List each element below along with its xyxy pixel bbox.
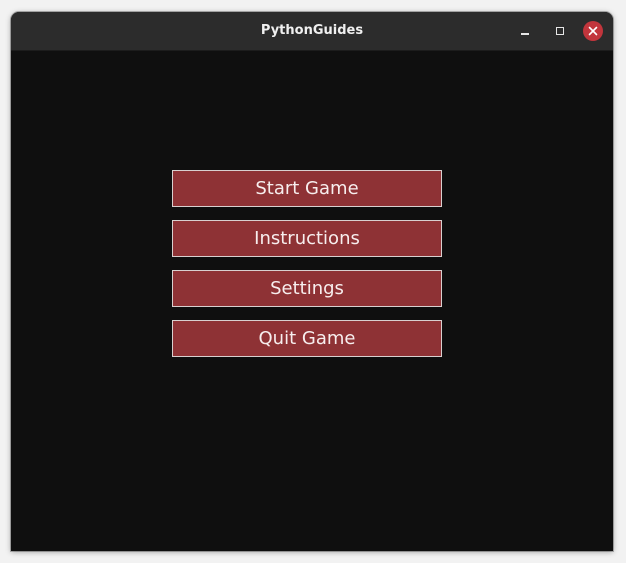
close-button[interactable]	[583, 21, 603, 41]
app-window: PythonGuides Start Game Instructions Set…	[11, 12, 613, 551]
quit-game-button[interactable]: Quit Game	[172, 320, 442, 357]
close-icon	[588, 26, 598, 36]
maximize-button[interactable]	[550, 21, 570, 41]
start-game-button[interactable]: Start Game	[172, 170, 442, 207]
game-canvas: Start Game Instructions Settings Quit Ga…	[11, 51, 613, 551]
instructions-button[interactable]: Instructions	[172, 220, 442, 257]
minimize-button[interactable]	[515, 21, 535, 41]
settings-button[interactable]: Settings	[172, 270, 442, 307]
maximize-icon	[556, 27, 564, 35]
title-bar[interactable]: PythonGuides	[11, 12, 613, 51]
minimize-icon	[521, 33, 529, 35]
